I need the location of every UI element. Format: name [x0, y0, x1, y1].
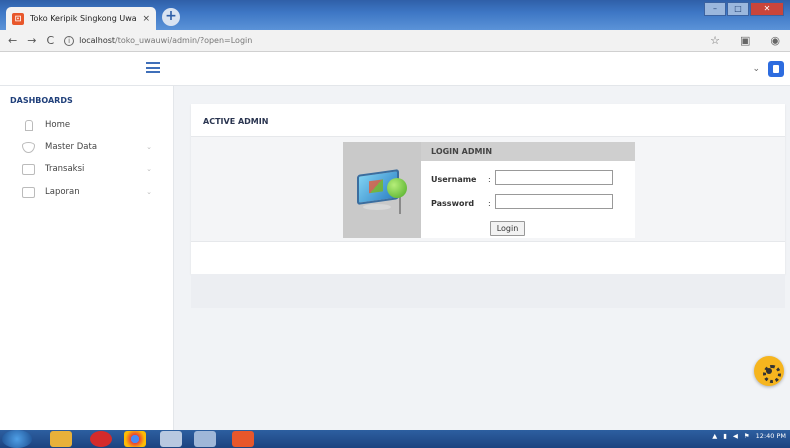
xampp-icon[interactable] [232, 431, 254, 447]
content-strip [191, 274, 785, 308]
sidebar-item-label: Master Data [45, 142, 98, 152]
profile-icon[interactable]: ◉ [770, 34, 780, 47]
url-field[interactable]: i localhost/toko_uwauwi/admin/?open=Logi… [64, 35, 253, 46]
chrome-icon[interactable] [124, 431, 146, 447]
favicon-icon: ⊡ [12, 12, 24, 25]
main-content: ACTIVE ADMIN LOGIN ADMIN Username : Pass… [174, 86, 790, 430]
gear-icon[interactable] [754, 356, 784, 386]
url-host: localhost [79, 36, 116, 45]
tab-close-icon[interactable]: × [142, 14, 150, 24]
password-label: Password [431, 199, 475, 208]
monitor-stand [363, 204, 391, 210]
divider [191, 241, 785, 242]
sidebar: DASHBOARDS Home Master Data ⌄ Transaksi … [0, 86, 174, 430]
start-button[interactable] [2, 430, 32, 448]
browser-tab[interactable]: ⊡ Toko Keripik Singkong Uwa Uwi × [6, 7, 156, 30]
window-close-icon[interactable]: ✕ [750, 2, 784, 16]
gem-icon [22, 141, 35, 153]
chevron-down-icon: ⌄ [146, 165, 152, 173]
tab-title: Toko Keripik Singkong Uwa Uwi [30, 14, 138, 23]
username-label: Username [431, 175, 477, 184]
login-illustration [343, 142, 421, 238]
login-box: LOGIN ADMIN Username : Password : Login [343, 142, 635, 238]
clock[interactable]: 12:40 PM [756, 432, 786, 440]
maximize-icon[interactable]: □ [727, 2, 749, 16]
minimize-icon[interactable]: – [704, 2, 726, 16]
card-title: ACTIVE ADMIN [203, 117, 269, 126]
back-icon[interactable]: ← [8, 34, 17, 47]
card-body: LOGIN ADMIN Username : Password : Login [191, 137, 785, 241]
sidebar-item-transaksi[interactable]: Transaksi ⌄ [22, 162, 162, 176]
sidebar-item-label: Home [45, 120, 71, 130]
chevron-down-icon[interactable]: ⌄ [752, 64, 760, 74]
app-icon[interactable] [160, 431, 182, 447]
report-icon [22, 186, 35, 198]
new-tab-button[interactable]: + [162, 8, 180, 26]
password-input[interactable] [495, 194, 613, 209]
system-tray: ▲ ▮ ◀ ⚑ 12:40 PM [712, 432, 786, 440]
network-icon[interactable]: ▮ [723, 432, 727, 440]
sidebar-item-home[interactable]: Home [22, 118, 162, 132]
colon: : [488, 175, 491, 184]
window-controls: – □ ✕ [704, 2, 784, 16]
url-path: /toko_uwauwi/admin/?open=Login [115, 36, 253, 45]
key-icon [387, 178, 407, 198]
reload-icon[interactable]: C [46, 34, 54, 47]
notes-icon[interactable] [194, 431, 216, 447]
key-rod [399, 196, 401, 214]
flag-icon[interactable]: ⚑ [744, 432, 750, 440]
login-header: LOGIN ADMIN [421, 142, 635, 161]
login-button[interactable]: Login [490, 221, 525, 236]
wallet-icon [22, 163, 35, 175]
username-input[interactable] [495, 170, 613, 185]
document-icon[interactable] [768, 61, 784, 77]
home-icon [22, 119, 35, 131]
chevron-down-icon: ⌄ [146, 188, 152, 196]
sidebar-item-master-data[interactable]: Master Data ⌄ [22, 140, 162, 154]
browser-tabbar: ⊡ Toko Keripik Singkong Uwa Uwi × + – □ … [0, 0, 790, 30]
sidebar-item-laporan[interactable]: Laporan ⌄ [22, 185, 162, 199]
sidebar-item-label: Laporan [45, 187, 80, 197]
tray-arrow-icon[interactable]: ▲ [712, 432, 717, 440]
browser-actions: ☆ ▣ ◉ [710, 34, 780, 47]
colon: : [488, 199, 491, 208]
volume-icon[interactable]: ◀ [733, 432, 738, 440]
chevron-down-icon: ⌄ [146, 143, 152, 151]
info-icon[interactable]: i [64, 35, 75, 46]
sidebar-item-label: Transaksi [45, 164, 85, 174]
sidebar-heading: DASHBOARDS [10, 96, 73, 105]
app-header: ⌄ [0, 52, 790, 86]
opera-icon[interactable] [90, 431, 112, 447]
taskbar: ▲ ▮ ◀ ⚑ 12:40 PM [0, 430, 790, 448]
folder-icon[interactable] [50, 431, 72, 447]
extension-icon[interactable]: ▣ [740, 34, 750, 47]
active-admin-card: ACTIVE ADMIN LOGIN ADMIN Username : Pass… [191, 104, 785, 274]
star-icon[interactable]: ☆ [710, 34, 720, 47]
forward-icon[interactable]: → [27, 34, 36, 47]
address-bar: ← → C i localhost/toko_uwauwi/admin/?ope… [0, 30, 790, 52]
hamburger-icon[interactable] [146, 62, 160, 73]
